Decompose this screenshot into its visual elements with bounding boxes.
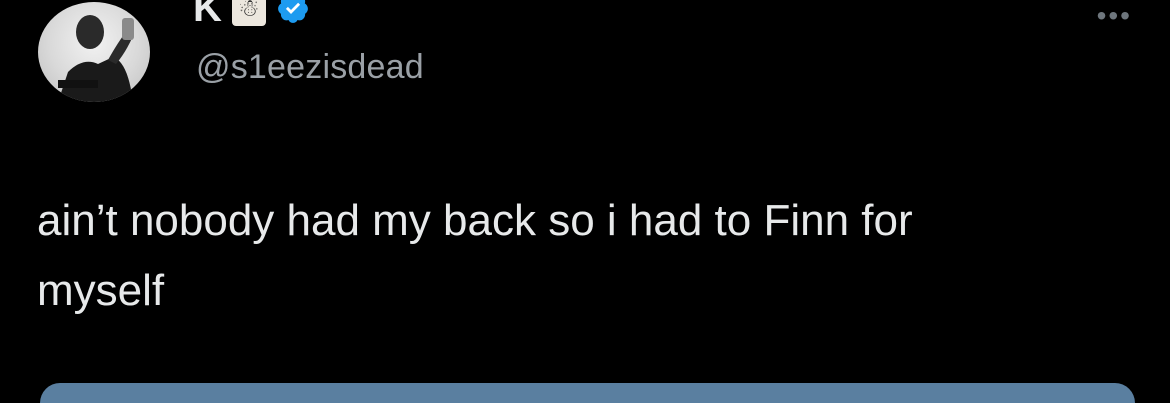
avatar-photo [58,15,134,102]
tweet-header: K ☃ [193,0,310,28]
verified-badge-icon [278,0,308,23]
more-options-icon[interactable]: ••• [1097,0,1132,32]
user-handle[interactable]: @s1eezisdead [196,48,424,87]
display-name[interactable]: K [193,0,222,28]
media-preview[interactable] [40,383,1135,403]
tweet-text-line: myself [37,266,165,315]
emoji-badge-icon: ☃ [231,0,266,26]
avatar[interactable] [38,2,150,102]
tweet-text-line: ain’t nobody had my back so i had to Fin… [37,196,913,245]
tweet-text: ain’t nobody had my back so i had to Fin… [37,186,1117,326]
